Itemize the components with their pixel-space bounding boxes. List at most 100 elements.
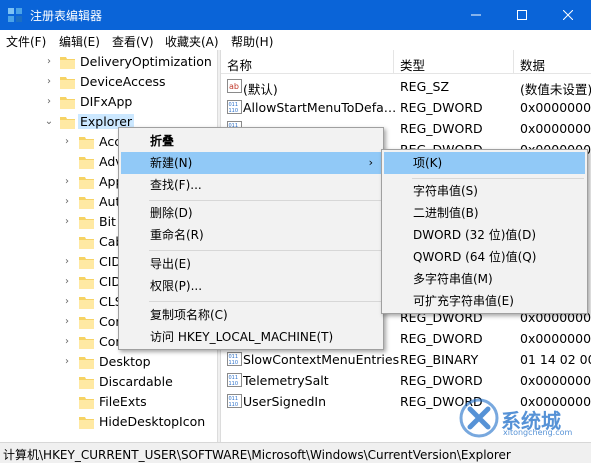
expand-icon[interactable] [62,152,72,172]
menu-item-find[interactable]: 查找(F)... [121,174,381,196]
expand-icon[interactable]: › [62,132,72,152]
svg-text:110: 110 [229,108,239,114]
expand-icon[interactable] [62,372,72,392]
menu-view[interactable]: 查看(V) [112,33,154,50]
value-type: REG_DWORD [400,373,483,388]
value-data: 0x00000001 [520,121,591,136]
menu-item-permissions[interactable]: 权限(P)... [121,275,381,297]
tree-item-label: Desktop [99,354,151,369]
value-row[interactable]: ab (默认) REG_SZ (数值未设置) [221,76,591,97]
tree-item-label: Bit [99,214,116,229]
submenu-item-expandable-string-value[interactable]: 可扩充字符串值(E) [384,290,585,312]
value-row[interactable]: 011 110 SlowContextMenuEntries REG_BINARY… [221,349,591,370]
expand-icon[interactable] [62,232,72,252]
menu-item-rename[interactable]: 重命名(R) [121,224,381,246]
window-title: 注册表编辑器 [30,9,103,23]
menu-edit[interactable]: 编辑(E) [59,33,100,50]
menu-help[interactable]: 帮助(H) [231,33,273,50]
folder-icon [60,77,75,89]
expand-icon[interactable]: › [44,72,54,92]
expand-icon[interactable] [62,392,72,412]
value-data: 0x00000001 [520,100,591,115]
submenu-item-binary-value[interactable]: 二进制值(B) [384,202,585,224]
submenu-item-qword-value[interactable]: QWORD (64 位)值(Q) [384,246,585,268]
expand-icon[interactable]: › [62,312,72,332]
submenu-item-key[interactable]: 项(K) [384,152,585,174]
value-name: AllowStartMenuToDefa… [243,100,397,115]
folder-icon [79,157,94,169]
tree-item-label: DIFxApp [80,94,133,109]
expand-icon[interactable]: › [44,52,54,72]
column-header-data[interactable]: 数据 [520,55,545,74]
collapse-icon[interactable]: ⌄ [44,112,54,132]
tree-item-label: HideDesktopIcon [99,414,206,429]
submenu-item-string-value[interactable]: 字符串值(S) [384,180,585,202]
folder-icon [79,177,94,189]
tree-item-label: DeviceAccess [80,74,166,89]
maximize-button[interactable] [499,0,545,30]
value-type: REG_DWORD [400,100,483,115]
expand-icon[interactable]: › [62,332,72,352]
menu-item-copy-key-name[interactable]: 复制项名称(C) [121,304,381,326]
submenu-item-dword-value[interactable]: DWORD (32 位)值(D) [384,224,585,246]
menu-item-export[interactable]: 导出(E) [121,253,381,275]
value-data: (数值未设置) [520,82,591,97]
menu-item-new[interactable]: 新建(N) › [121,152,381,174]
expand-icon[interactable]: › [62,352,72,372]
column-header-name[interactable]: 名称 [227,55,252,74]
close-icon [562,9,574,21]
submenu-item-multi-string-value[interactable]: 多字符串值(M) [384,268,585,290]
maximize-icon [517,10,527,20]
expand-icon[interactable]: › [44,92,54,112]
column-header-type[interactable]: 类型 [400,55,425,74]
expand-icon[interactable]: › [62,212,72,232]
value-name: SlowContextMenuEntries [243,352,400,367]
expand-icon[interactable]: › [62,252,72,272]
menu-separator [149,301,381,302]
folder-icon [79,337,94,349]
column-divider[interactable] [513,50,514,74]
expand-icon[interactable] [62,412,72,432]
menu-separator [149,250,381,251]
column-divider[interactable] [393,50,394,74]
value-row[interactable]: 011 110 TelemetrySalt REG_DWORD 0x0000000… [221,370,591,391]
menu-separator [412,178,584,179]
menu-item-go-to-hklm[interactable]: 访问 HKEY_LOCAL_MACHINE(T) [121,326,381,348]
folder-icon [79,357,94,369]
expand-icon[interactable]: › [62,272,72,292]
value-name: UserSignedIn [243,394,326,409]
folder-icon [79,377,94,389]
value-type: REG_DWORD [400,331,483,346]
value-data: 01 14 02 00 [520,352,591,367]
expand-icon[interactable]: › [62,172,72,192]
expand-icon[interactable]: › [62,292,72,312]
svg-text:ab: ab [229,82,239,91]
binary-value-icon: 011110 [227,394,242,408]
submenu-arrow-icon: › [368,156,373,169]
folder-icon [79,397,94,409]
folder-icon [79,317,94,329]
binary-value-icon: 011110 [227,373,242,387]
menu-favorites[interactable]: 收藏夹(A) [165,33,219,50]
value-type: REG_SZ [400,79,450,94]
watermark-x-icon [459,398,499,438]
expand-icon[interactable]: › [62,192,72,212]
value-type: REG_BINARY [400,352,479,367]
folder-icon [60,57,75,69]
menu-item-delete[interactable]: 删除(D) [121,202,381,224]
title-bar: 注册表编辑器 [0,0,591,30]
tree-item-label: FileExts [99,394,147,409]
value-data: 0x00000007 [520,373,591,388]
binary-value-icon: 011110 [227,100,242,114]
tree-item-label: Discardable [99,374,173,389]
menu-item-collapse[interactable]: 折叠 [121,130,381,152]
value-name: TelemetrySalt [243,373,329,388]
menu-file[interactable]: 文件(F) [6,33,46,50]
folder-icon [79,297,94,309]
folder-icon [79,417,94,429]
folder-icon [79,217,94,229]
minimize-button[interactable] [453,0,499,30]
value-row[interactable]: 011 110 AllowStartMenuToDefa… REG_DWORD 0… [221,97,591,118]
value-type: REG_DWORD [400,121,483,136]
close-button[interactable] [545,0,591,30]
